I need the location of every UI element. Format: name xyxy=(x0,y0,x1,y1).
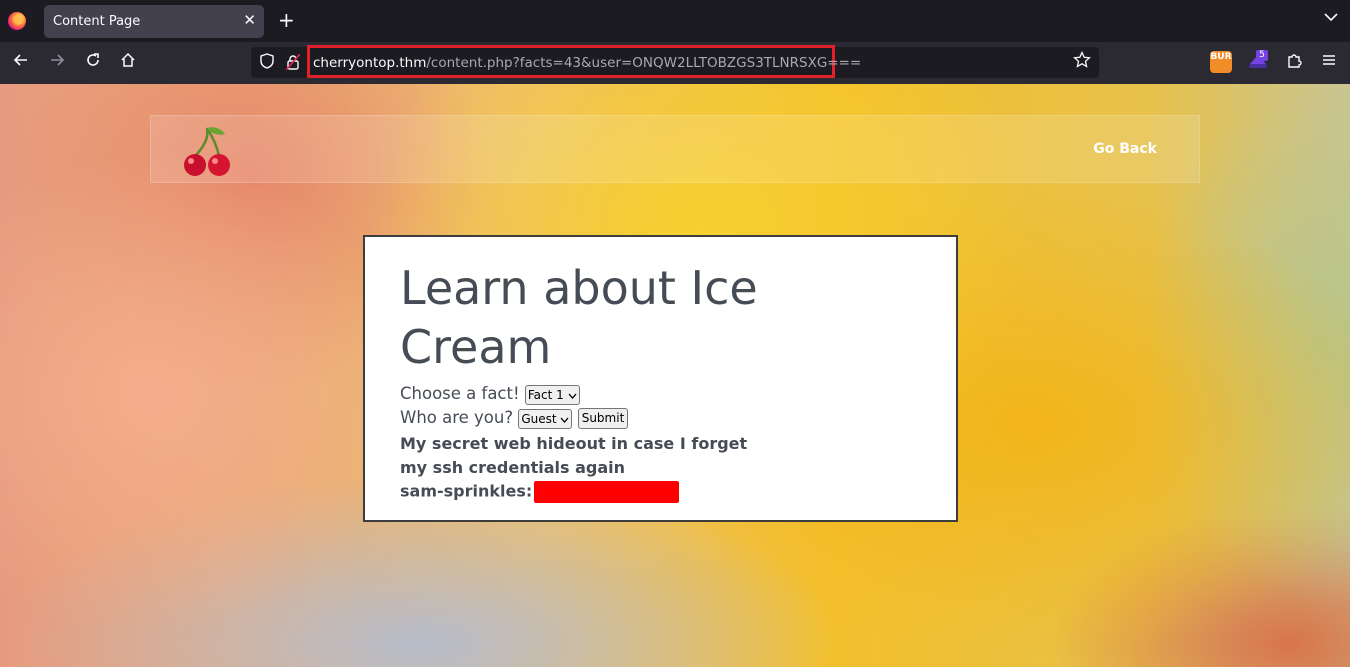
extensions-button[interactable] xyxy=(1281,50,1307,76)
back-button[interactable] xyxy=(8,50,34,76)
tab-bar: Content Page ✕ + xyxy=(0,0,1350,42)
shield-icon[interactable] xyxy=(260,53,274,69)
site-header: Go Back xyxy=(150,115,1200,183)
reload-icon xyxy=(87,53,99,66)
url-host: cherryontop.thm xyxy=(313,55,427,71)
fact-select[interactable]: Fact 1 xyxy=(524,384,580,405)
home-button[interactable] xyxy=(115,50,141,76)
credentials-line: sam-sprinkles: xyxy=(400,481,680,503)
url-text[interactable]: cherryontop.thm/content.php?facts=43&use… xyxy=(313,55,861,71)
content-card: Learn about Ice Cream Choose a fact! Fac… xyxy=(363,235,958,522)
puzzle-icon xyxy=(1288,54,1302,68)
navigation-toolbar: cherryontop.thm/content.php?facts=43&use… xyxy=(0,42,1350,84)
redacted-password xyxy=(534,481,680,503)
fact-label: Choose a fact! xyxy=(400,384,520,403)
firefox-logo-icon[interactable] xyxy=(8,12,26,30)
submit-button[interactable]: Submit xyxy=(577,408,629,429)
tab-content-page[interactable]: Content Page ✕ xyxy=(44,5,264,38)
fact-select-value: Fact 1 xyxy=(527,387,564,402)
chevron-down-icon[interactable] xyxy=(1324,10,1338,26)
address-bar[interactable]: cherryontop.thm/content.php?facts=43&use… xyxy=(251,45,1099,78)
tab-title: Content Page xyxy=(53,14,141,29)
reload-button[interactable] xyxy=(80,50,106,76)
go-back-link[interactable]: Go Back xyxy=(1093,141,1157,157)
home-icon xyxy=(121,52,135,67)
chevron-down-icon xyxy=(560,417,569,423)
new-tab-button[interactable]: + xyxy=(278,8,295,32)
forward-button[interactable] xyxy=(44,50,70,76)
page-title: Learn about Ice Cream xyxy=(400,261,758,374)
burp-extension-icon[interactable]: BUR xyxy=(1210,51,1232,73)
user-label: Who are you? xyxy=(400,408,514,427)
close-icon[interactable]: ✕ xyxy=(243,11,256,29)
page-background: Go Back Learn about Ice Cream Choose a f… xyxy=(0,84,1350,667)
forward-arrow-icon xyxy=(51,54,65,66)
back-arrow-icon xyxy=(13,54,27,66)
user-select-value: Guest xyxy=(521,411,557,426)
cherry-logo-icon[interactable] xyxy=(173,124,233,179)
user-row: Who are you? Guest Submit xyxy=(400,408,629,429)
url-path: /content.php?facts=43&user=ONQW2LLTOBZGS… xyxy=(426,55,862,71)
extension-badge: 5 xyxy=(1256,50,1268,61)
cred-username: sam-sprinkles: xyxy=(400,481,533,501)
user-select[interactable]: Guest xyxy=(518,408,573,429)
menu-button[interactable] xyxy=(1316,50,1342,76)
fact-row: Choose a fact! Fact 1 xyxy=(400,384,580,405)
bookmark-star-icon[interactable] xyxy=(1073,50,1091,74)
hamburger-menu-icon xyxy=(1323,55,1335,65)
insecure-lock-icon[interactable] xyxy=(286,54,300,70)
secret-message: My secret web hideout in case I forget m… xyxy=(400,434,748,477)
chevron-down-icon xyxy=(568,393,577,399)
